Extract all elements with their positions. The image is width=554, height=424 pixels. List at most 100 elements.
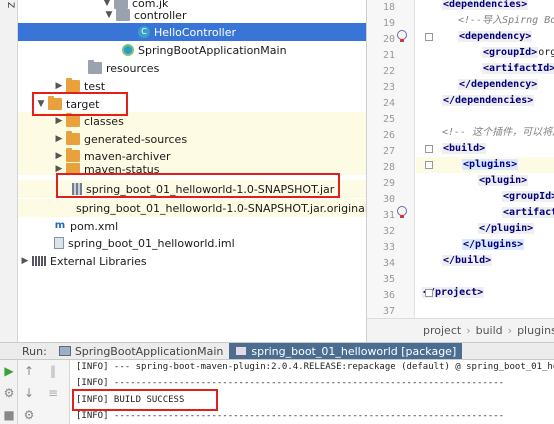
folder-icon — [66, 113, 80, 127]
project-tree: ▼ com.jk ▼ controller C HelloController … — [18, 0, 367, 342]
line-number: 18 — [382, 2, 395, 13]
chevron-right-icon[interactable]: ▶ — [52, 151, 66, 161]
spring-class-icon — [122, 44, 134, 56]
module-file-icon — [54, 237, 64, 249]
line-number: 36 — [382, 290, 395, 301]
breadcrumb-item-plugins[interactable]: plugins — [517, 324, 554, 337]
xml-tag: <dependency> — [458, 31, 533, 42]
tree-item-label: pom.xml — [70, 219, 119, 233]
line-number: 25 — [382, 114, 395, 125]
line-number: 20 — [382, 34, 395, 45]
tree-item-label: maven-archiver — [84, 149, 171, 163]
debug-icon[interactable]: ⚙ — [2, 386, 16, 400]
tree-item-generated-sources[interactable]: ▶ generated-sources — [18, 130, 366, 148]
structure-tab-label[interactable]: Z — [3, 2, 15, 8]
line-number: 31 — [382, 210, 395, 221]
tree-item-pom-xml[interactable]: m pom.xml — [18, 217, 366, 235]
line-number: 24 — [382, 98, 395, 109]
chevron-right-icon[interactable]: ▶ — [52, 116, 66, 126]
stop-icon[interactable]: ■ — [2, 408, 16, 422]
fold-marker-icon[interactable] — [425, 145, 433, 153]
down-arrow-icon[interactable]: ↓ — [22, 386, 36, 400]
code-line: <plugin> — [416, 173, 554, 189]
maven-dependency-gutter-icon[interactable] — [397, 30, 407, 42]
line-number: 37 — [382, 306, 395, 317]
folder-icon — [66, 78, 80, 92]
chevron-down-icon[interactable]: ▼ — [102, 10, 116, 20]
maven-plugin-gutter-icon[interactable] — [397, 206, 407, 218]
run-config-icon — [58, 346, 71, 356]
left-tool-strip: Z — [0, 0, 18, 342]
console-output[interactable]: [INFO] --- spring-boot-maven-plugin:2.0.… — [70, 360, 554, 424]
code-line: <dependency> — [416, 29, 554, 45]
xml-comment: <!--导入Spirng Bo — [458, 15, 554, 26]
breadcrumb-item-project[interactable]: project — [423, 324, 461, 337]
breadcrumb-separator-icon: › — [507, 324, 513, 337]
soft-wrap-icon[interactable]: ≡ — [46, 386, 60, 400]
fold-marker-icon[interactable] — [425, 289, 433, 297]
tree-item-snapshot-jar-original[interactable]: spring_boot_01_helloworld-1.0-SNAPSHOT.j… — [18, 199, 366, 217]
package-icon — [116, 7, 130, 21]
pause-icon[interactable]: ‖ — [46, 364, 60, 378]
line-number: 23 — [382, 82, 395, 93]
folder-icon — [66, 131, 80, 145]
xml-tag: <plugins> — [462, 159, 519, 170]
tree-item-resources[interactable]: resources — [18, 59, 366, 77]
code-editor[interactable]: <dependencies> <!--导入Spirng Bo <dependen… — [416, 0, 554, 318]
code-line: </dependencies> — [416, 93, 554, 109]
chevron-right-icon[interactable]: ▶ — [52, 81, 66, 91]
fold-marker-icon[interactable] — [425, 161, 433, 169]
tree-item-iml[interactable]: spring_boot_01_helloworld.iml — [18, 234, 366, 252]
run-tab-springboot-main[interactable]: SpringBootApplicationMain — [53, 343, 230, 359]
annotation-box-target — [32, 92, 128, 116]
code-line-current: <plugins> — [416, 157, 554, 173]
tree-item-external-libraries[interactable]: ▶ External Libraries — [18, 252, 366, 270]
run-tab-maven-package[interactable]: spring_boot_01_helloworld [package] — [229, 343, 463, 359]
rerun-icon[interactable]: ▶ — [2, 364, 16, 378]
up-arrow-icon[interactable]: ↑ — [22, 364, 36, 378]
code-line: <dependencies> — [416, 0, 554, 13]
code-line: <groupId>org.s — [416, 45, 554, 61]
xml-tag: <artifactId> — [482, 63, 554, 74]
code-line: </plugins> — [416, 237, 554, 253]
xml-comment: <!-- 这个插件，可以将应 — [442, 127, 554, 138]
chevron-right-icon[interactable]: ▶ — [18, 256, 32, 266]
line-number: 19 — [382, 18, 395, 29]
maven-file-icon: m — [54, 220, 66, 231]
tree-item-label: External Libraries — [50, 254, 147, 268]
run-tab-bar: Run: SpringBootApplicationMain spring_bo… — [0, 342, 554, 360]
code-line: <artifact — [416, 205, 554, 221]
xml-tag: <groupId> — [482, 47, 539, 58]
run-panel-label: Run: — [22, 344, 47, 358]
tree-item-springboot-main[interactable]: SpringBootApplicationMain — [18, 41, 366, 59]
resources-folder-icon — [88, 60, 102, 74]
class-icon: C — [138, 26, 150, 38]
run-toolbar: ↑ ↓ ‖ ≡ ⚙ — [18, 360, 70, 424]
line-number: 34 — [382, 258, 395, 269]
tree-item-label: classes — [84, 114, 124, 128]
line-number: 33 — [382, 242, 395, 253]
breadcrumb-item-build[interactable]: build — [476, 324, 503, 337]
code-line: </plugin> — [416, 221, 554, 237]
tree-item-label: generated-sources — [84, 132, 188, 146]
line-number: 32 — [382, 226, 395, 237]
editor-gutter: 18 19 20 21 22 23 24 25 26 27 28 29 30 3… — [367, 0, 415, 318]
xml-tag: <build> — [442, 143, 487, 154]
code-line: <groupId> — [416, 189, 554, 205]
settings-icon[interactable]: ⚙ — [22, 408, 36, 422]
fold-marker-icon[interactable] — [425, 33, 433, 41]
tree-item-controller[interactable]: ▼ controller — [18, 6, 366, 24]
xml-tag: </build> — [442, 255, 493, 266]
code-text: org.s — [538, 47, 554, 58]
breadcrumb: project › build › plugins — [367, 318, 554, 342]
run-side-toolbar: ▶ ⚙ ■ — [0, 360, 18, 424]
maven-run-icon — [235, 346, 248, 356]
tree-item-label: test — [84, 79, 106, 93]
code-line: <artifactId>s — [416, 61, 554, 77]
console-line: [INFO] ---------------------------------… — [76, 411, 505, 421]
line-number: 26 — [382, 130, 395, 141]
chevron-right-icon[interactable]: ▶ — [52, 134, 66, 144]
line-number: 28 — [382, 162, 395, 173]
code-line: </dependency> — [416, 77, 554, 93]
tree-item-hello-controller[interactable]: C HelloController — [18, 23, 366, 41]
